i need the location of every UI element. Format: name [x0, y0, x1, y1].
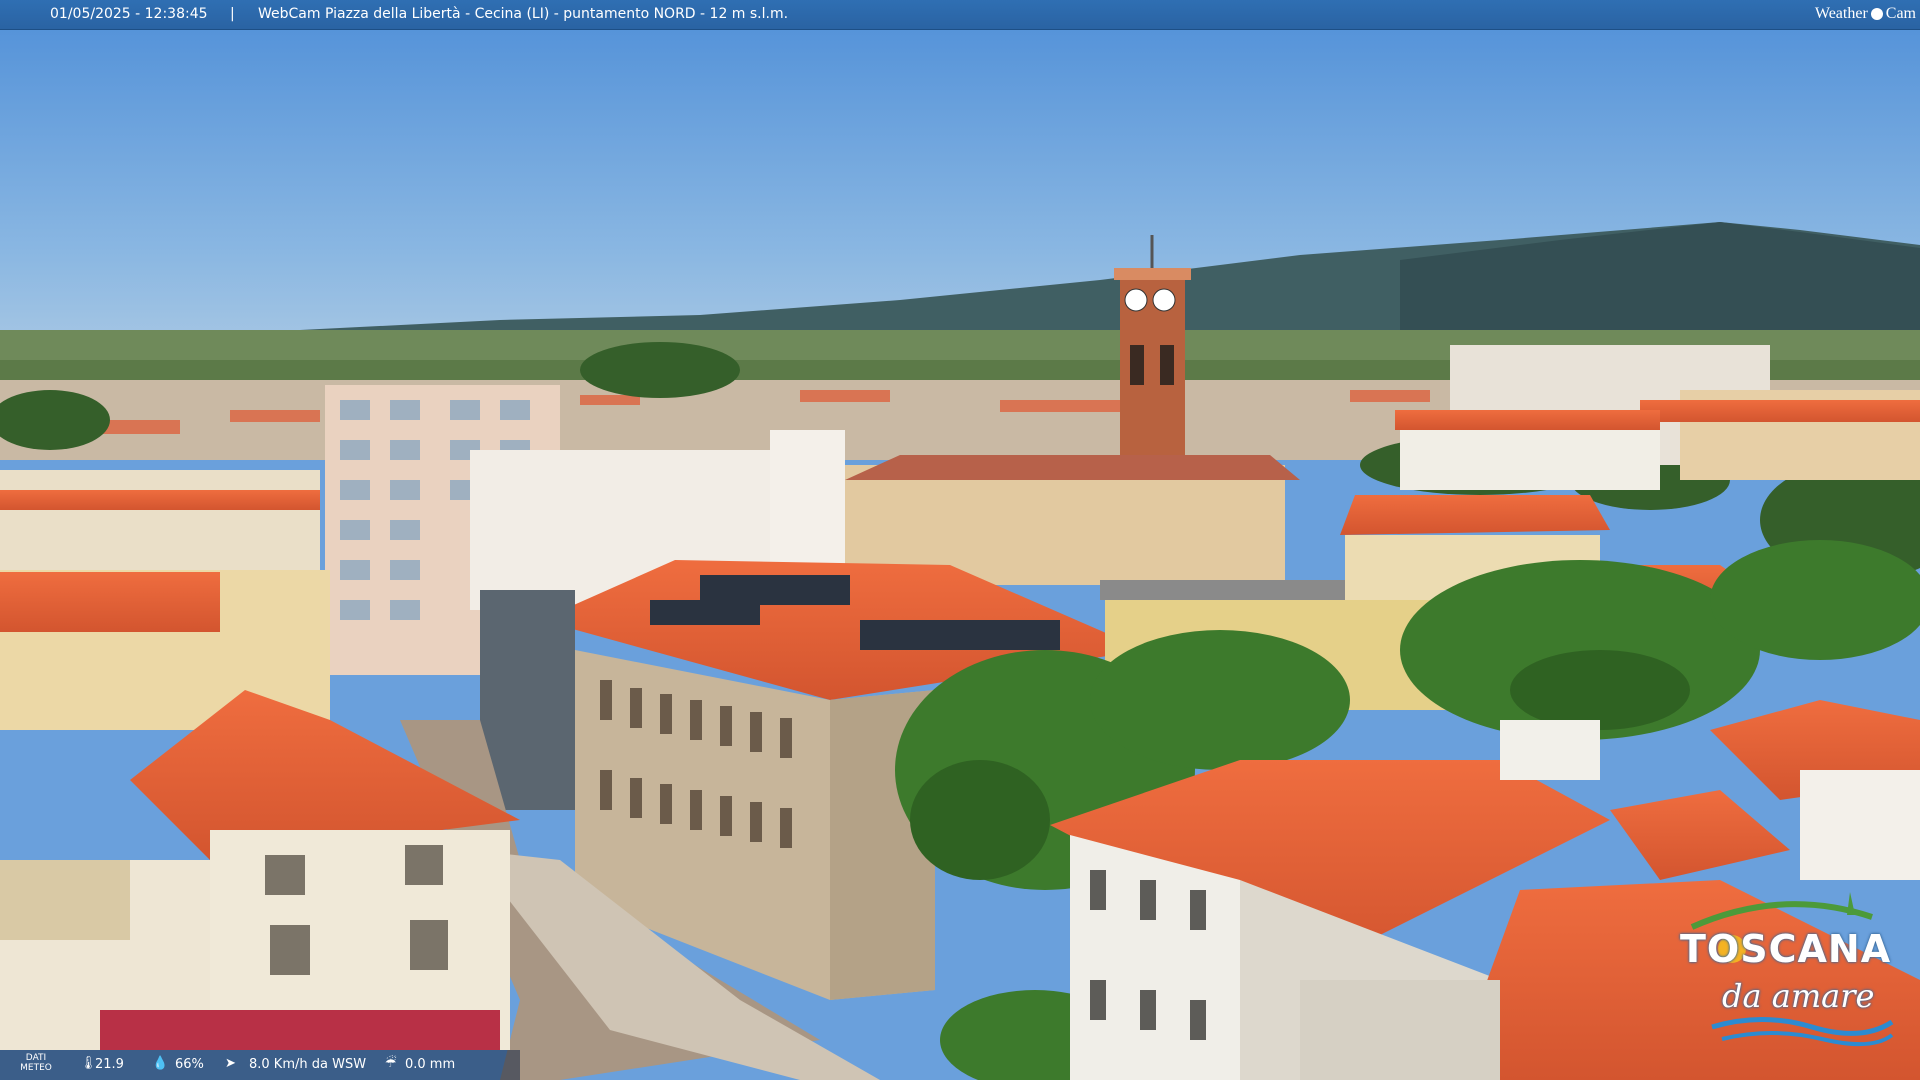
weather-data-bar: DATI METEO 🌡 21.9 💧 66% ➤ 8.0 Km/h da WS… [0, 1050, 520, 1080]
separator: | [230, 6, 235, 22]
wind-value: 8.0 Km/h da WSW [249, 1057, 367, 1072]
globe-icon [1870, 8, 1883, 20]
toscana-text: TOSCANA [1680, 927, 1892, 971]
weathercam-logo: Weather Cam [1815, 3, 1916, 25]
webcam-scene [0, 0, 1920, 1080]
temperature-value: 21.9 [95, 1057, 124, 1072]
humidity-icon: 💧 [152, 1056, 169, 1071]
brand-left: Weather [1814, 5, 1868, 22]
wind-icon: ➤ [225, 1056, 236, 1071]
weather-label-line1: DATI [25, 1053, 47, 1063]
timestamp: 01/05/2025 - 12:38:45 [50, 6, 208, 22]
webcam-title: WebCam Piazza della Libertà - Cecina (LI… [258, 6, 789, 22]
rain-icon: ☔ [385, 1056, 397, 1071]
humidity-value: 66% [175, 1057, 204, 1072]
weather-label-line2: METEO [20, 1063, 52, 1073]
weather-label: DATI METEO [18, 1053, 54, 1073]
da-amare-text: da amare [1722, 977, 1875, 1015]
rain-value: 0.0 mm [405, 1057, 456, 1072]
webcam-info-bar: 01/05/2025 - 12:38:45 | WebCam Piazza de… [0, 0, 1920, 30]
brand-right: Cam [1885, 5, 1916, 22]
toscana-da-amare-logo: TOSCANA da amare [1672, 887, 1902, 1052]
